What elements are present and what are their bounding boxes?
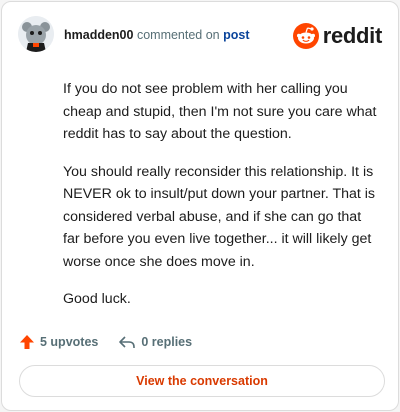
comment-meta: hmadden00 commented on post <box>64 28 250 42</box>
comment-paragraph: If you do not see problem with her calli… <box>63 81 377 142</box>
meta-action-text: commented on <box>136 28 220 42</box>
view-conversation-button[interactable]: View the conversation <box>19 365 385 397</box>
card-header: hmadden00 commented on post reddit <box>18 16 382 56</box>
comment-actions: 5 upvotes 0 replies <box>19 332 192 352</box>
post-link[interactable]: post <box>223 28 249 42</box>
logo-wordmark: reddit <box>322 23 383 48</box>
comment-body: If you do not see problem with her calli… <box>63 78 381 326</box>
reply-icon <box>119 336 136 348</box>
avatar[interactable] <box>18 16 54 52</box>
comment-paragraph: You should really reconsider this relati… <box>63 163 376 270</box>
upvote-arrow-icon <box>20 335 34 349</box>
upvote-count: 5 upvotes <box>40 335 99 349</box>
reddit-logo-icon <box>292 23 319 49</box>
replies-button[interactable]: 0 replies <box>118 334 192 350</box>
comment-paragraph: Good luck. <box>63 291 131 307</box>
upvote-button[interactable]: 5 upvotes <box>19 334 98 350</box>
comment-card: hmadden00 commented on post reddit If yo… <box>1 1 399 411</box>
username-link[interactable]: hmadden00 <box>64 28 133 42</box>
reply-count: 0 replies <box>141 335 193 349</box>
reddit-logo[interactable]: reddit <box>292 22 383 50</box>
